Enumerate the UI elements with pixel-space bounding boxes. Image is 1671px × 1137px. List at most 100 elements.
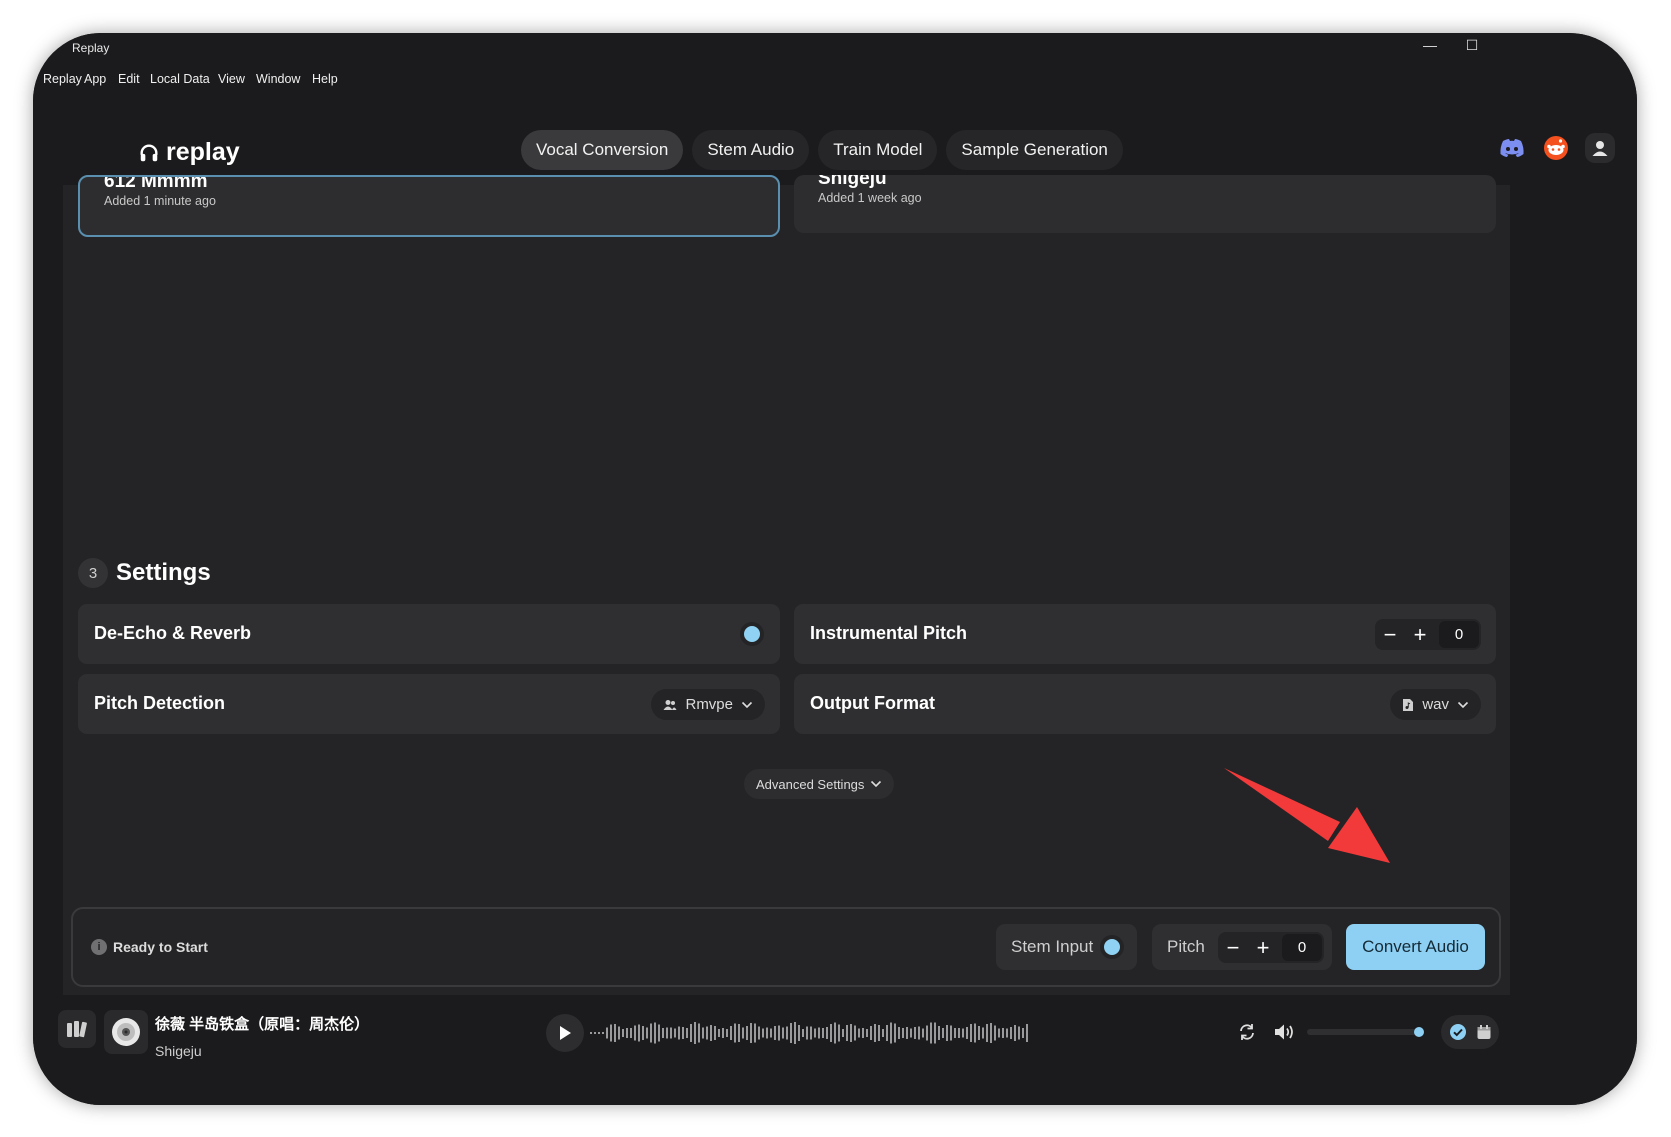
waveform-bar [794, 1022, 796, 1044]
menu-replay[interactable]: Replay [43, 72, 82, 86]
menu-edit[interactable]: Edit [118, 72, 140, 86]
waveform-bar [602, 1032, 604, 1034]
brand-name: replay [166, 138, 240, 166]
menu-app[interactable]: App [84, 72, 106, 86]
advanced-settings-label: Advanced Settings [756, 776, 865, 792]
menu-local-data[interactable]: Local Data [150, 72, 210, 86]
library-icon [67, 1021, 87, 1038]
pitch-increase-button[interactable]: + [1405, 620, 1435, 650]
model-card-selected[interactable]: 612 Mmmm Added 1 minute ago [78, 175, 780, 237]
waveform-bar [746, 1026, 748, 1040]
waveform-bar [894, 1023, 896, 1043]
waveform-bar [702, 1027, 704, 1039]
waveform-bar [658, 1024, 660, 1042]
waveform-bar [922, 1028, 924, 1038]
menu-window[interactable]: Window [256, 72, 300, 86]
advanced-settings-button[interactable]: Advanced Settings [744, 769, 895, 799]
output-format-select[interactable]: wav [1390, 689, 1481, 720]
model-card[interactable]: Shigeju Added 1 week ago [794, 175, 1496, 233]
check-circle-icon[interactable] [1449, 1023, 1467, 1041]
audio-player: 徐薇 半岛铁盒（原唱：周杰伦） Shigeju [33, 995, 1637, 1105]
waveform-bar [590, 1032, 592, 1034]
tab-sample-generation[interactable]: Sample Generation [946, 130, 1123, 170]
waveform-bar [898, 1027, 900, 1039]
waveform-bar [906, 1027, 908, 1039]
waveform-bar [886, 1025, 888, 1041]
waveform-bar [778, 1025, 780, 1041]
settings-title: Settings [116, 559, 211, 586]
waveform-bar [766, 1027, 768, 1039]
waveform-bar [686, 1028, 688, 1038]
tab-train-model[interactable]: Train Model [818, 130, 938, 170]
discord-icon[interactable] [1497, 133, 1527, 163]
waveform-bar [882, 1029, 884, 1037]
waveform-bar [958, 1028, 960, 1038]
play-icon [560, 1026, 571, 1040]
menu-help[interactable]: Help [312, 72, 338, 86]
waveform-bar [722, 1028, 724, 1038]
menu-view[interactable]: View [218, 72, 245, 86]
maximize-button[interactable]: ☐ [1457, 37, 1487, 57]
waveform-bar [998, 1028, 1000, 1038]
waveform-bar [962, 1028, 964, 1038]
minimize-button[interactable]: — [1415, 37, 1445, 57]
waveform-bar [806, 1026, 808, 1040]
waveform-bar [874, 1024, 876, 1042]
settings-header: 3 Settings [78, 558, 211, 588]
repeat-button[interactable] [1235, 1020, 1259, 1044]
convert-audio-button[interactable]: Convert Audio [1346, 924, 1485, 970]
waveform-bar [994, 1025, 996, 1041]
waveform-bar [706, 1026, 708, 1040]
waveform-bar [710, 1025, 712, 1041]
volume-button[interactable] [1273, 1020, 1297, 1044]
waveform-bar [866, 1029, 868, 1037]
library-button[interactable] [58, 1010, 96, 1048]
model-added: Added 1 minute ago [104, 194, 216, 208]
info-icon: i [91, 939, 107, 955]
album-cover [104, 1010, 148, 1054]
headphones-icon [140, 144, 158, 161]
waveform-bar [714, 1026, 716, 1040]
waveform-bar [678, 1026, 680, 1040]
waveform-bar [802, 1029, 804, 1037]
waveform-bar [926, 1025, 928, 1041]
pitch-value[interactable]: 0 [1282, 934, 1322, 961]
status-indicator: i Ready to Start [91, 939, 208, 955]
instrumental-pitch-value[interactable]: 0 [1439, 621, 1479, 648]
calendar-icon[interactable] [1476, 1024, 1492, 1040]
volume-slider[interactable] [1307, 1029, 1423, 1035]
pitch-decrease-button[interactable]: − [1218, 933, 1248, 963]
waveform-bar [986, 1024, 988, 1042]
reddit-icon[interactable] [1541, 133, 1571, 163]
de-echo-toggle[interactable] [744, 626, 760, 642]
main-content: 612 Mmmm Added 1 minute ago Shigeju Adde… [63, 175, 1510, 995]
instrumental-pitch-row: Instrumental Pitch − + 0 [794, 604, 1496, 664]
waveform-bar [822, 1028, 824, 1038]
waveform-bar [818, 1027, 820, 1039]
app-window: Replay — ☐ Replay App Edit Local Data Vi… [33, 33, 1637, 1105]
play-button[interactable] [546, 1014, 584, 1052]
pitch-detection-label: Pitch Detection [94, 693, 226, 713]
main-nav: Vocal Conversion Stem Audio Train Model … [521, 130, 1123, 170]
stem-input-toggle[interactable] [1104, 939, 1120, 955]
waveform-bar [1014, 1025, 1016, 1041]
waveform-seekbar[interactable] [590, 1016, 1030, 1050]
profile-button[interactable] [1585, 133, 1615, 163]
users-icon [663, 699, 677, 710]
volume-handle[interactable] [1414, 1027, 1424, 1037]
output-format-value: wav [1422, 696, 1449, 713]
pitch-decrease-button[interactable]: − [1375, 620, 1405, 650]
brand-logo[interactable]: replay [138, 138, 240, 167]
pitch-detection-select[interactable]: Rmvpe [651, 689, 765, 720]
waveform-bar [594, 1032, 596, 1034]
action-bar: i Ready to Start Stem Input Pitch − + 0 … [71, 907, 1501, 987]
status-text: Ready to Start [113, 939, 208, 955]
pitch-increase-button[interactable]: + [1248, 933, 1278, 963]
waveform-bar [826, 1027, 828, 1039]
tab-stem-audio[interactable]: Stem Audio [692, 130, 810, 170]
chevron-down-icon [1457, 701, 1469, 708]
waveform-bar [774, 1026, 776, 1040]
waveform-bar [622, 1029, 624, 1037]
output-format-label: Output Format [810, 693, 935, 713]
tab-vocal-conversion[interactable]: Vocal Conversion [521, 130, 684, 170]
